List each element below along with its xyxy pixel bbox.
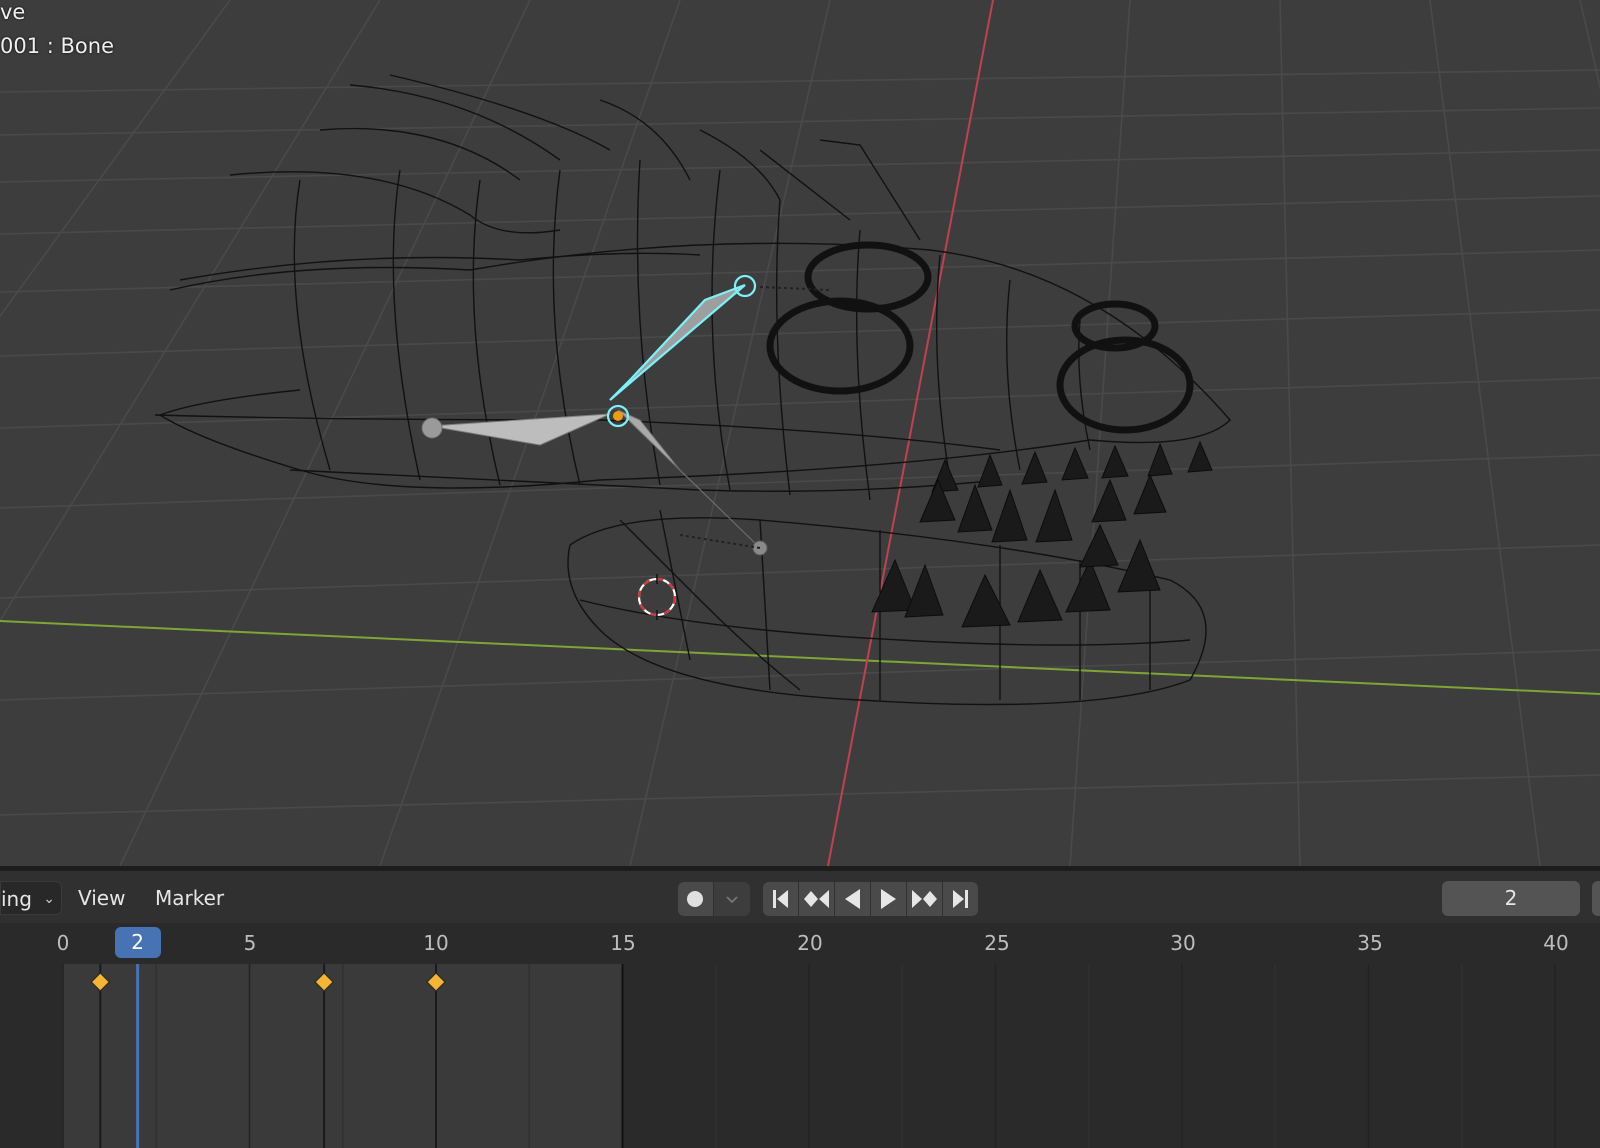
viewport-mode-label: ve [0, 0, 26, 24]
bone-selected[interactable] [609, 283, 746, 401]
timeline-mode-label: ing [1, 887, 32, 911]
viewport-scene[interactable] [0, 0, 1600, 866]
tick-label: 25 [984, 931, 1010, 955]
tick-label: 30 [1170, 931, 1196, 955]
timeline-mode-dropdown[interactable]: ing ⌄ [0, 881, 62, 915]
play-icon [881, 889, 896, 909]
auto-keying-button[interactable] [678, 882, 713, 916]
teeth [871, 440, 1213, 628]
floor-grid [0, 0, 1600, 866]
armature-bones[interactable] [421, 274, 831, 556]
jump-end-icon [953, 890, 968, 908]
3d-viewport[interactable]: ve 001 : Bone [0, 0, 1600, 866]
current-frame-field[interactable]: 2 [1442, 881, 1580, 916]
tick-label: 5 [243, 931, 257, 955]
timeline-header: ing ⌄ View Marker 2 [0, 871, 1600, 923]
prev-keyframe-button[interactable] [799, 882, 834, 916]
tick-label: 35 [1357, 931, 1383, 955]
play-button[interactable] [871, 882, 906, 916]
chevron-down-icon: ⌄ [43, 891, 55, 907]
jump-start-icon [773, 890, 788, 908]
keying-options-button[interactable] [714, 882, 750, 916]
keyframe-track[interactable] [0, 964, 1600, 1148]
jump-start-button[interactable] [763, 882, 798, 916]
tick-label: 40 [1543, 931, 1569, 955]
timeline-ruler[interactable]: 0 5 10 15 20 25 30 35 40 2 [0, 923, 1600, 964]
play-reverse-icon [845, 889, 860, 909]
viewport-object-label: 001 : Bone [0, 34, 114, 58]
tick-label: 20 [797, 931, 823, 955]
tick-label: 15 [610, 931, 636, 955]
prev-keyframe-icon [804, 890, 829, 908]
chevron-down-icon [726, 896, 738, 904]
start-frame-field[interactable] [1592, 881, 1600, 916]
play-reverse-button[interactable] [835, 882, 870, 916]
bone-left[interactable] [429, 413, 611, 446]
keyframe-area[interactable] [0, 964, 1600, 1148]
x-axis-line [827, 0, 994, 866]
current-frame-indicator[interactable]: 2 [114, 927, 161, 958]
jump-end-button[interactable] [943, 882, 978, 916]
next-keyframe-icon [912, 890, 937, 908]
next-keyframe-button[interactable] [907, 882, 942, 916]
marker-menu[interactable]: Marker [155, 881, 224, 915]
tick-label: 0 [56, 931, 70, 955]
record-icon [687, 891, 703, 907]
view-menu[interactable]: View [78, 881, 125, 915]
tick-label: 10 [423, 931, 449, 955]
